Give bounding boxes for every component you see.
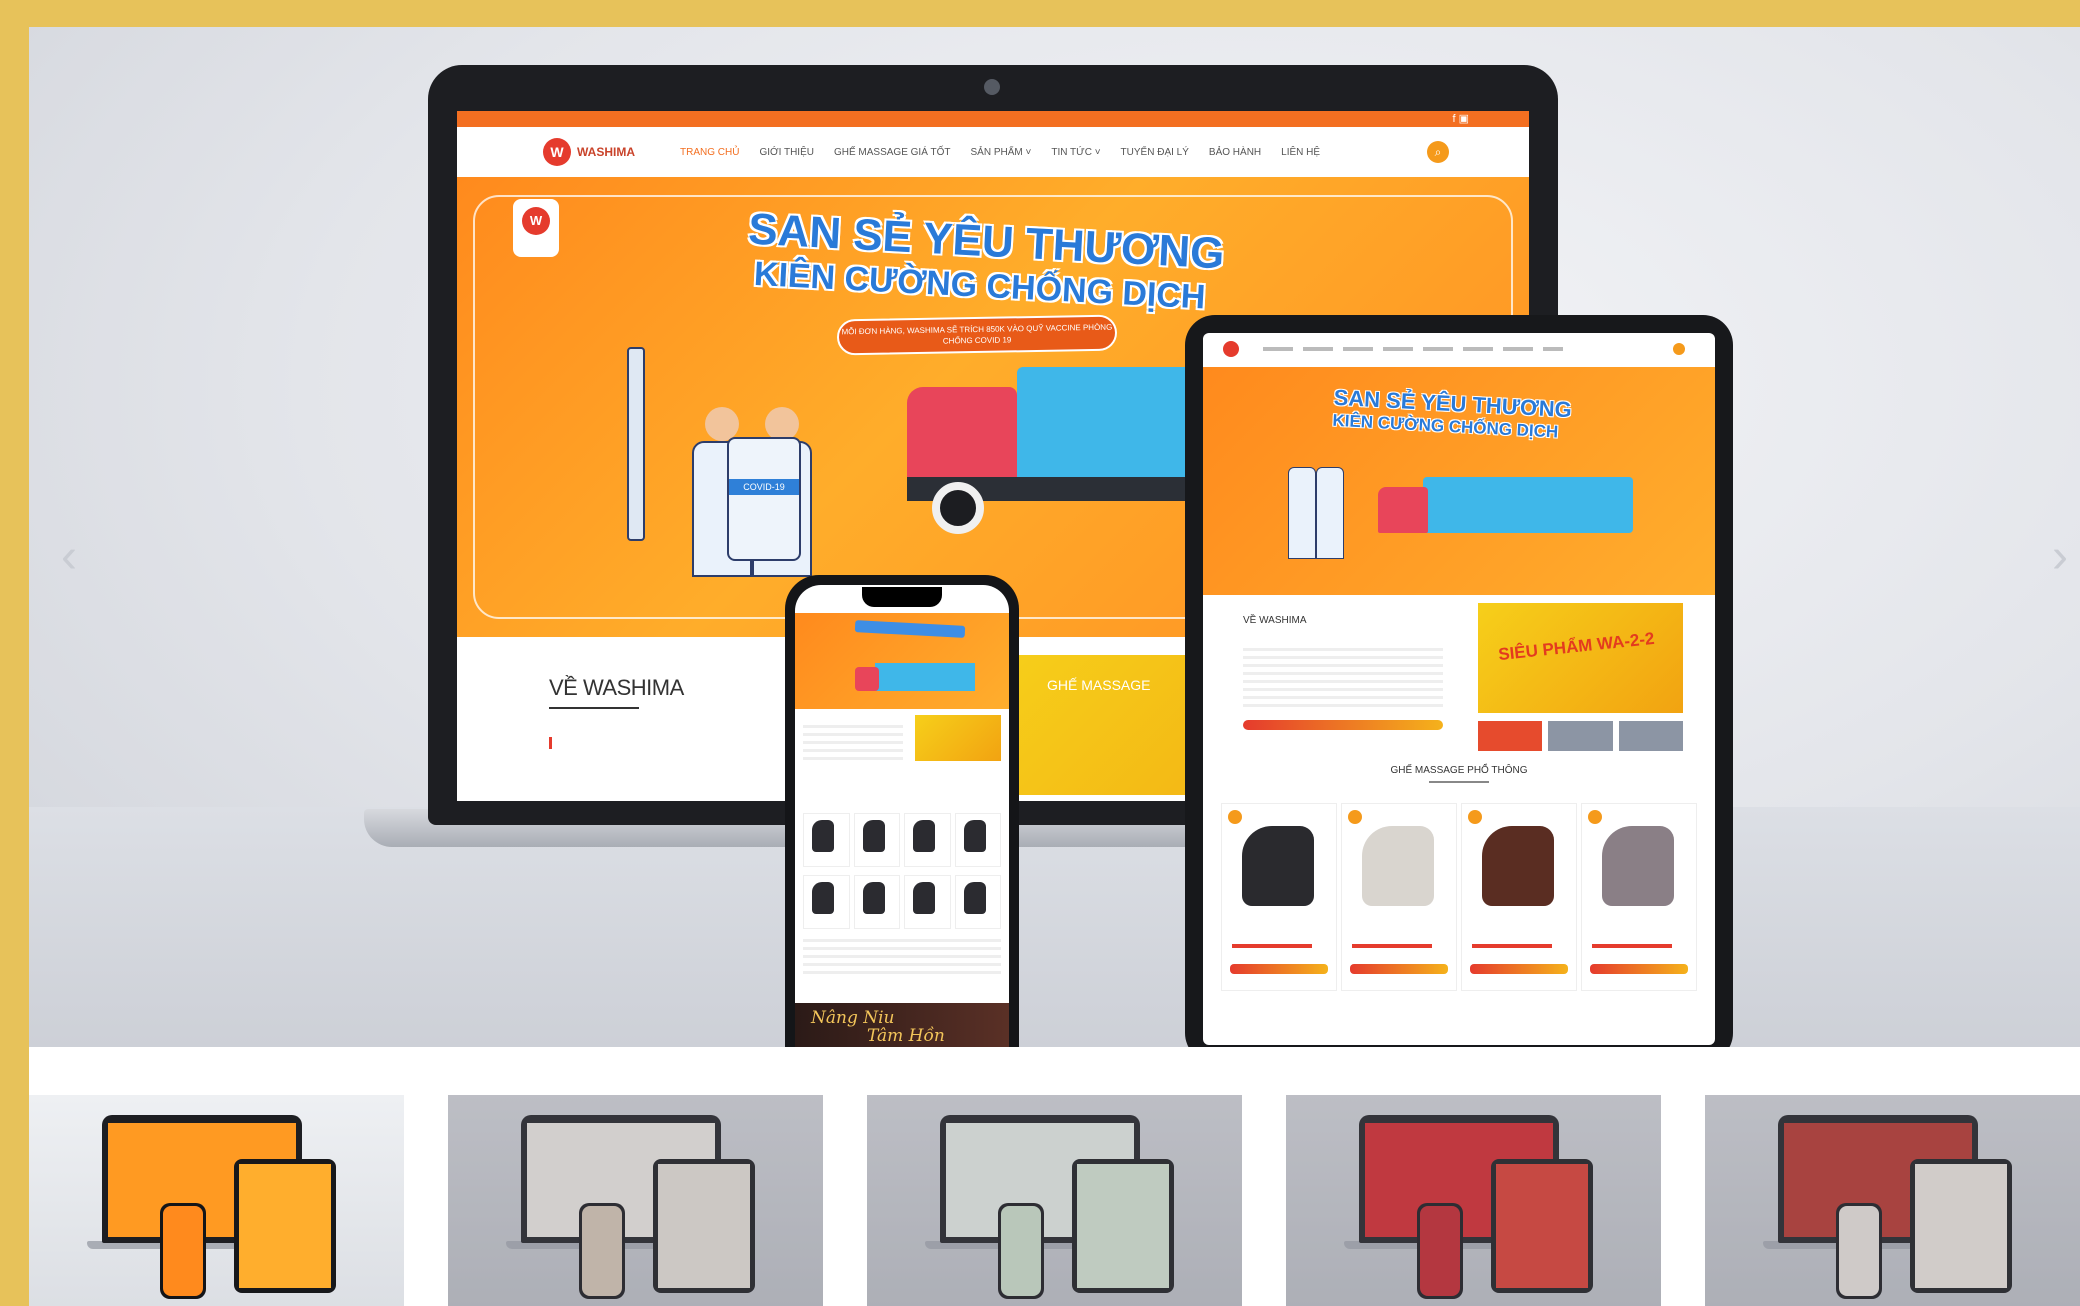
gallery-main-image[interactable]: ‹ › f ▣ W WASHIMA TRANG CHỦ GIỚI THIỆU G…: [29, 27, 2080, 1047]
massage-chair-image: [1482, 826, 1554, 906]
wheel-icon: [932, 482, 984, 534]
banner-logo-badge: W: [513, 199, 559, 257]
phone-content: [795, 715, 1009, 979]
phone-banner: [795, 613, 1009, 709]
divider: [549, 707, 639, 709]
vaccine-bottle-illustration: COVID-19: [727, 437, 801, 561]
thumbnail-5[interactable]: [1705, 1095, 2080, 1306]
gallery-next-icon[interactable]: ›: [2040, 527, 2080, 587]
tablet-navbar: [1203, 333, 1715, 368]
nav-item-warranty: BẢO HÀNH: [1208, 146, 1262, 158]
search-icon: [1673, 343, 1685, 355]
massage-chair-image: [1242, 826, 1314, 906]
gallery-thumbnails: [29, 1095, 2080, 1306]
tablet-mockup: SAN SẺ YÊU THƯƠNG KIÊN CƯỜNG CHỐNG DỊCH …: [1185, 315, 1733, 1047]
nav-item-products: SẢN PHẨM ˅: [970, 146, 1032, 158]
tablet-section-title: GHẾ MASSAGE PHỔ THÔNG: [1390, 765, 1528, 776]
tablet-promo-thumbs: [1478, 721, 1683, 751]
thumbnail-4[interactable]: [1286, 1095, 1661, 1306]
tablet-screen: SAN SẺ YÊU THƯƠNG KIÊN CƯỜNG CHỐNG DỊCH …: [1203, 333, 1715, 1045]
banner-pill: MỖI ĐƠN HÀNG, WASHIMA SẼ TRÍCH 850K VÀO …: [836, 314, 1118, 356]
tablet-about: VỀ WASHIMA: [1243, 615, 1443, 730]
syringe-illustration: [627, 347, 645, 541]
camera-icon: [984, 79, 1000, 95]
product-card: [1341, 803, 1457, 991]
phone-screen: Nâng Niu Tâm Hồn: [795, 585, 1009, 1047]
tablet-banner: SAN SẺ YÊU THƯƠNG KIÊN CƯỜNG CHỐNG DỊCH: [1203, 367, 1715, 595]
about-subtitle: [549, 737, 772, 749]
truck-cab: [907, 387, 1017, 487]
product-card: [1221, 803, 1337, 991]
gallery-prev-icon[interactable]: ‹: [49, 527, 89, 587]
gallery-frame: ‹ › f ▣ W WASHIMA TRANG CHỦ GIỚI THIỆU G…: [29, 27, 2080, 1306]
nav-item-about: GIỚI THIỆU: [759, 146, 814, 158]
thumbnail-3[interactable]: [867, 1095, 1242, 1306]
thumbnail-1[interactable]: [29, 1095, 404, 1306]
site-topbar: f ▣: [457, 111, 1529, 127]
nav-item-news: TIN TỨC ˅: [1051, 146, 1101, 158]
nav-item-agents: TUYỂN ĐẠI LÝ: [1120, 146, 1189, 158]
phone-notch: [862, 587, 942, 607]
massage-chair-image: [1602, 826, 1674, 906]
nav-item-deals: GHẾ MASSAGE GIÁ TỐT: [833, 146, 951, 158]
tablet-product-grid: [1221, 803, 1697, 991]
nav-item-home: TRANG CHỦ: [680, 146, 740, 158]
site-logo: W WASHIMA: [543, 138, 635, 166]
tablet-promo: SIÊU PHẨM WA-2-2: [1478, 603, 1683, 713]
logo-text: WASHIMA: [577, 145, 635, 159]
logo-mark-icon: W: [543, 138, 571, 166]
nav-item-contact: LIÊN HỆ: [1281, 146, 1321, 158]
logo-mark-icon: [1223, 341, 1239, 357]
site-navbar: W WASHIMA TRANG CHỦ GIỚI THIỆU GHẾ MASSA…: [457, 127, 1529, 177]
phone-footer-banner: Nâng Niu Tâm Hồn: [795, 1003, 1009, 1047]
product-card: [1461, 803, 1577, 991]
thumbnail-2[interactable]: [448, 1095, 823, 1306]
massage-chair-image: [1362, 826, 1434, 906]
product-card: [1581, 803, 1697, 991]
social-icons: f ▣: [1452, 113, 1469, 125]
about-title: VỀ WASHIMA: [549, 675, 684, 700]
phone-mockup: Nâng Niu Tâm Hồn: [785, 575, 1019, 1047]
search-icon: ⌕: [1427, 141, 1449, 163]
